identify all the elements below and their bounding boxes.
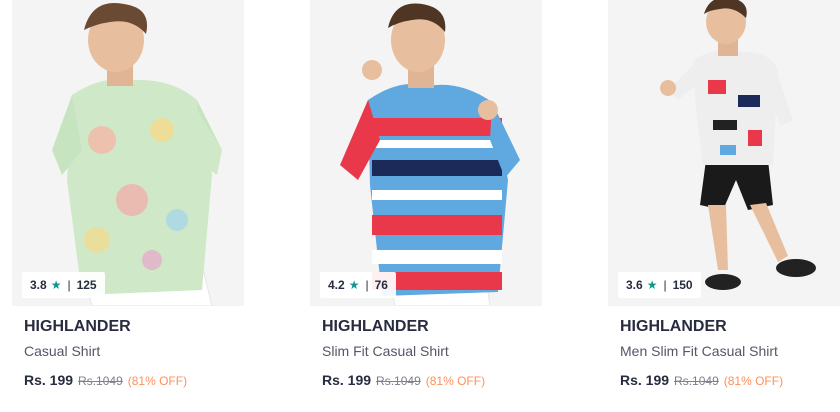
product-brand[interactable]: HIGHLANDER [322, 318, 429, 336]
rating-badge: 3.6 ★ | 150 [618, 272, 701, 298]
product-image[interactable] [608, 0, 840, 306]
rating-value: 4.2 [328, 278, 345, 292]
selling-price: Rs. 199 [322, 372, 372, 388]
price-row: Rs. 199 Rs.1049 (81% OFF) [24, 372, 187, 388]
price-row: Rs. 199 Rs.1049 (81% OFF) [620, 372, 783, 388]
rating-count: 76 [374, 278, 388, 292]
rating-value: 3.6 [626, 278, 643, 292]
product-name[interactable]: Men Slim Fit Casual Shirt [620, 343, 778, 359]
product-photo-racing-print-shirt [310, 0, 542, 306]
selling-price: Rs. 199 [620, 372, 670, 388]
discount-label: (81% OFF) [425, 374, 486, 388]
rating-divider: | [365, 278, 369, 292]
product-photo-floral-shirt [12, 0, 244, 306]
discount-label: (81% OFF) [127, 374, 188, 388]
rating-count: 150 [672, 278, 693, 292]
rating-count: 125 [76, 278, 97, 292]
product-brand[interactable]: HIGHLANDER [24, 318, 131, 336]
mrp-price: Rs.1049 [78, 374, 123, 388]
product-name[interactable]: Casual Shirt [24, 343, 100, 359]
product-brand[interactable]: HIGHLANDER [620, 318, 727, 336]
mrp-price: Rs.1049 [674, 374, 719, 388]
star-icon: ★ [646, 278, 658, 292]
product-image[interactable] [310, 0, 542, 306]
rating-divider: | [663, 278, 667, 292]
rating-value: 3.8 [30, 278, 47, 292]
product-name[interactable]: Slim Fit Casual Shirt [322, 343, 449, 359]
product-card[interactable]: 3.6 ★ | 150 HIGHLANDER Men Slim Fit Casu… [608, 0, 840, 412]
price-row: Rs. 199 Rs.1049 (81% OFF) [322, 372, 485, 388]
product-photo-abstract-print-shirt [608, 0, 840, 306]
rating-divider: | [67, 278, 71, 292]
rating-badge: 4.2 ★ | 76 [320, 272, 396, 298]
product-card[interactable]: 3.8 ★ | 125 HIGHLANDER Casual Shirt Rs. … [12, 0, 244, 412]
rating-badge: 3.8 ★ | 125 [22, 272, 105, 298]
product-card[interactable]: 4.2 ★ | 76 HIGHLANDER Slim Fit Casual Sh… [310, 0, 542, 412]
product-image[interactable] [12, 0, 244, 306]
star-icon: ★ [348, 278, 360, 292]
star-icon: ★ [50, 278, 62, 292]
mrp-price: Rs.1049 [376, 374, 421, 388]
discount-label: (81% OFF) [723, 374, 784, 388]
selling-price: Rs. 199 [24, 372, 74, 388]
